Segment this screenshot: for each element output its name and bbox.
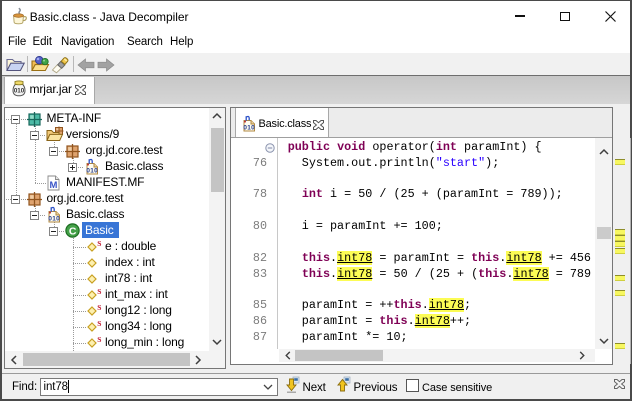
svg-text:S: S bbox=[97, 319, 101, 328]
svg-text:S: S bbox=[97, 303, 101, 312]
svg-text:S: S bbox=[97, 239, 101, 248]
svg-text:010: 010 bbox=[86, 168, 98, 175]
svg-text:S: S bbox=[97, 335, 101, 344]
svg-text:M: M bbox=[50, 180, 58, 191]
svg-text:010: 010 bbox=[48, 216, 60, 223]
svg-text:C: C bbox=[69, 225, 77, 237]
svg-text:010: 010 bbox=[14, 88, 25, 95]
svg-text:S: S bbox=[97, 287, 101, 296]
svg-text:010: 010 bbox=[243, 125, 255, 132]
